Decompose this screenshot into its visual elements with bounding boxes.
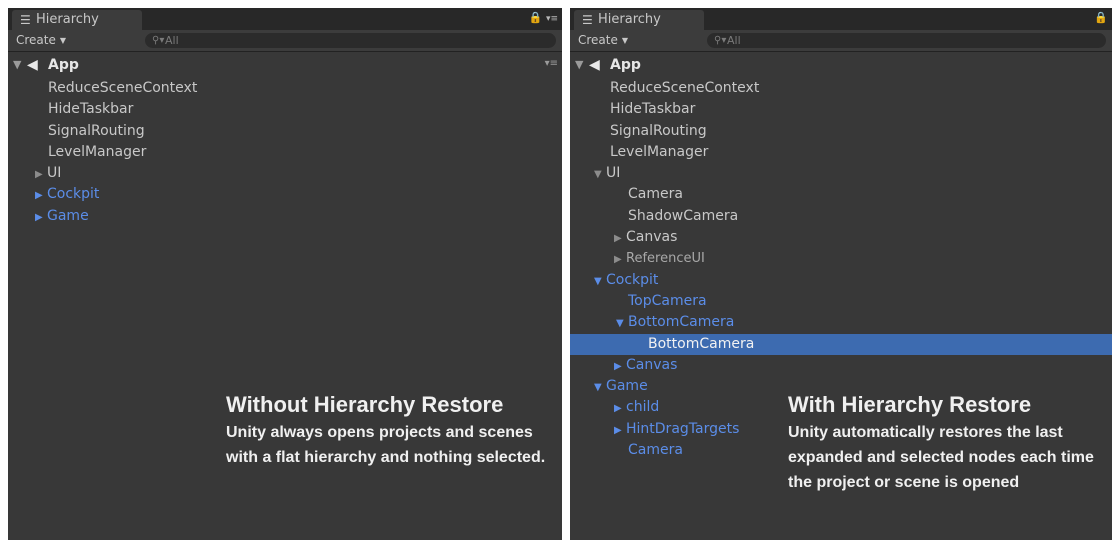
collapsed-arrow-icon[interactable]: ▶ [35, 185, 47, 206]
tree-item[interactable]: ▶ Canvas [570, 227, 1112, 248]
tab-tools: 🔒 [1094, 11, 1108, 24]
collapsed-arrow-icon[interactable]: ▶ [614, 420, 626, 441]
caption: Without Hierarchy Restore Unity always o… [226, 390, 546, 470]
scene-name: App [48, 57, 79, 73]
expanded-arrow-icon[interactable]: ▼ [594, 377, 606, 398]
create-button[interactable]: Create ▼ [16, 33, 66, 48]
collapsed-arrow-icon[interactable]: ▶ [614, 356, 626, 377]
tab-hierarchy[interactable]: ☰ Hierarchy [574, 10, 704, 30]
search-input[interactable]: ⚲▾ All [145, 33, 556, 48]
tree-item-selected[interactable]: BottomCamera [570, 333, 1112, 355]
tree-item[interactable]: ▶ UI [8, 163, 562, 184]
expanded-arrow-icon[interactable]: ▼ [594, 164, 606, 185]
expand-arrow-icon[interactable]: ▼ [13, 58, 21, 71]
tree-item[interactable]: ▶ Canvas [570, 355, 1112, 376]
tree-item[interactable]: ShadowCamera [570, 206, 1112, 227]
search-placeholder: All [165, 34, 179, 47]
hierarchy-panel-right: ☰ Hierarchy 🔒 Create ▼ ⚲▾ All ▼ ◀ App Red… [570, 8, 1112, 540]
tree-item[interactable]: ▶ Cockpit [8, 184, 562, 205]
caption-title: With Hierarchy Restore [788, 392, 1032, 417]
tab-menu-icon[interactable]: ▾≡ [546, 14, 558, 24]
collapsed-arrow-icon[interactable]: ▶ [614, 228, 626, 249]
tree-item[interactable]: ▼ BottomCamera [570, 312, 1112, 333]
tree-item[interactable]: ▶ Game [8, 206, 562, 227]
tree-item[interactable]: HideTaskbar [8, 99, 562, 120]
tab-tools: 🔒 ▾≡ [529, 11, 558, 24]
create-label: Create [16, 33, 56, 47]
search-placeholder: All [727, 34, 741, 47]
tree-item[interactable]: SignalRouting [570, 121, 1112, 142]
scene-menu-icon[interactable]: ▾≡ [545, 58, 558, 69]
search-input[interactable]: ⚲▾ All [707, 33, 1106, 48]
scene-name: App [610, 57, 641, 73]
create-button[interactable]: Create ▼ [578, 33, 628, 48]
collapsed-arrow-icon[interactable]: ▶ [35, 207, 47, 228]
expanded-arrow-icon[interactable]: ▼ [594, 271, 606, 292]
tree-item[interactable]: LevelManager [570, 142, 1112, 163]
collapsed-arrow-icon[interactable]: ▶ [614, 398, 626, 419]
tree-item[interactable]: SignalRouting [8, 121, 562, 142]
search-icon: ⚲▾ [152, 35, 165, 46]
search-icon: ⚲▾ [714, 35, 727, 46]
tab-bar: ☰ Hierarchy 🔒 ▾≡ [8, 8, 562, 30]
collapsed-arrow-icon[interactable]: ▶ [35, 164, 47, 185]
tree-item[interactable]: Camera [570, 184, 1112, 205]
create-label: Create [578, 33, 618, 47]
lock-icon[interactable]: 🔒 [1094, 11, 1108, 24]
caption-body: Unity automatically restores the last ex… [788, 424, 1094, 491]
expand-arrow-icon[interactable]: ▼ [575, 58, 583, 71]
tab-bar: ☰ Hierarchy 🔒 [570, 8, 1112, 30]
unity-logo-icon: ◀ [589, 57, 600, 73]
tree-item[interactable]: HideTaskbar [570, 99, 1112, 120]
collapsed-arrow-icon[interactable]: ▶ [614, 249, 626, 270]
tree-item[interactable]: ▼ Cockpit [570, 270, 1112, 291]
tree-item[interactable]: ▼ UI [570, 163, 1112, 184]
expanded-arrow-icon[interactable]: ▼ [616, 313, 628, 334]
tree-item[interactable]: LevelManager [8, 142, 562, 163]
tree-item[interactable]: ▶ ReferenceUI [570, 248, 1112, 269]
list-icon: ☰ [582, 13, 593, 27]
tree-item[interactable]: TopCamera [570, 291, 1112, 312]
tree-item[interactable]: ReduceSceneContext [8, 78, 562, 99]
unity-logo-icon: ◀ [27, 57, 38, 73]
hierarchy-tree: ReduceSceneContext HideTaskbar SignalRou… [8, 78, 562, 227]
caption-title: Without Hierarchy Restore [226, 392, 504, 417]
tab-label: Hierarchy [36, 12, 99, 27]
chevron-down-icon: ▼ [621, 36, 629, 45]
tab-label: Hierarchy [598, 12, 661, 27]
hierarchy-panel-left: ☰ Hierarchy 🔒 ▾≡ Create ▼ ⚲▾ All ▼ ◀ App … [8, 8, 562, 540]
toolbar: Create ▼ ⚲▾ All [570, 30, 1112, 52]
chevron-down-icon: ▼ [59, 36, 67, 45]
tree-item[interactable]: ReduceSceneContext [570, 78, 1112, 99]
caption-body: Unity always opens projects and scenes w… [226, 424, 546, 466]
list-icon: ☰ [20, 13, 31, 27]
scene-header[interactable]: ▼ ◀ App ▾≡ [8, 56, 562, 76]
tab-hierarchy[interactable]: ☰ Hierarchy [12, 10, 142, 30]
toolbar: Create ▼ ⚲▾ All [8, 30, 562, 52]
scene-header[interactable]: ▼ ◀ App [570, 56, 1112, 76]
lock-icon[interactable]: 🔒 [529, 11, 543, 24]
caption: With Hierarchy Restore Unity automatical… [788, 390, 1110, 495]
